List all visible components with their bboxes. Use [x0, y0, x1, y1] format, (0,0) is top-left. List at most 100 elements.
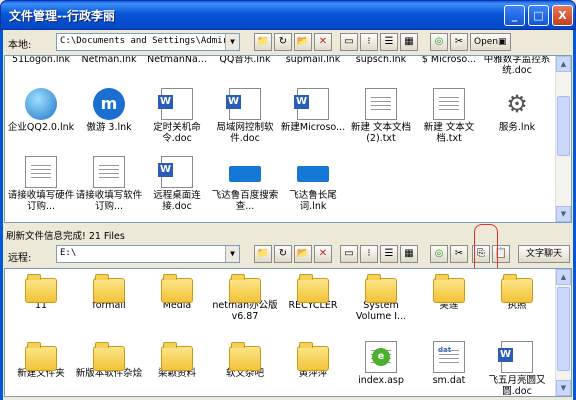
file-item[interactable]: 新建 文本文档.txt	[415, 88, 483, 144]
file-item[interactable]: W 定时关机命令.doc	[143, 88, 211, 144]
file-name: 新建 文本文档 (2).txt	[350, 122, 412, 144]
gear-service-icon: ⚙	[506, 90, 528, 118]
close-button[interactable]: X	[552, 5, 573, 26]
refresh-folder-icon[interactable]: ↻	[274, 33, 292, 51]
cut-icon[interactable]: ✂	[450, 33, 468, 51]
file-item[interactable]: supsch.lnk	[347, 56, 415, 65]
folder-icon	[25, 342, 57, 371]
scroll-up-icon[interactable]: ▲	[556, 56, 571, 72]
list-view-icon[interactable]: ☰	[380, 33, 398, 51]
details-view-icon[interactable]: ▦	[400, 245, 418, 263]
folder-icon	[93, 274, 125, 303]
remote-file-pane[interactable]: 11 formail Media netman办公版 v6.87 RECYCLER Sys…	[4, 268, 572, 397]
file-item[interactable]: 中雅数字监控系统.doc	[483, 56, 551, 76]
text-file-icon	[25, 156, 57, 188]
new-folder-icon[interactable]: 📂	[294, 245, 312, 263]
local-file-pane[interactable]: 51Logon.lnk Netman.lnk NetmanNa... QQ音乐.lnk…	[4, 55, 572, 223]
file-item[interactable]: 新建文件夹	[7, 341, 75, 379]
file-item[interactable]: Media	[143, 273, 211, 311]
text-chat-button[interactable]: 文字聊天	[518, 245, 570, 263]
cut-icon[interactable]: ✂	[450, 245, 468, 263]
status-text: 刷新文件信息完成! 21 Files	[6, 231, 125, 242]
scroll-down-icon[interactable]: ▼	[556, 380, 571, 396]
file-item[interactable]: 软文杂吧	[211, 341, 279, 379]
file-item[interactable]: ⚙ 服务.lnk	[483, 88, 551, 133]
file-item[interactable]: e index.asp	[347, 341, 415, 386]
large-icons-view-icon[interactable]: ▭	[340, 33, 358, 51]
local-scrollbar[interactable]: ▲ ▼	[555, 56, 571, 222]
file-item[interactable]: 新建 文本文档 (2).txt	[347, 88, 415, 144]
file-item[interactable]: NetmanNa...	[143, 56, 211, 65]
new-folder-icon[interactable]: 📂	[294, 33, 312, 51]
file-name: 远程桌面连接.doc	[153, 190, 201, 212]
file-item[interactable]: formail	[75, 273, 143, 311]
file-item[interactable]: 飞达鲁长尾词.lnk	[279, 156, 347, 212]
file-item[interactable]: 11	[7, 273, 75, 311]
search-icon[interactable]: ◎	[430, 33, 448, 51]
file-name: 服务.lnk	[498, 122, 536, 133]
file-item[interactable]: 飞达鲁百度搜索查...	[211, 156, 279, 212]
text-file-icon	[365, 88, 397, 120]
file-item[interactable]: W 局域网控制软件.doc	[211, 88, 279, 144]
file-item[interactable]: System Volume I...	[347, 273, 415, 322]
local-path-combo[interactable]: C:\Documents and Settings\Admir ▼	[56, 33, 240, 51]
file-item[interactable]: netman办公版 v6.87	[211, 273, 279, 322]
folder-icon	[25, 274, 57, 303]
asp-file-icon: e	[365, 341, 397, 373]
file-item[interactable]: W 远程桌面连接.doc	[143, 156, 211, 212]
remote-path-text: E:\	[60, 248, 77, 258]
delete-icon[interactable]: ✕	[314, 33, 332, 51]
folder-icon	[433, 274, 465, 303]
file-item[interactable]: W 飞五月亮圆又圆.doc	[483, 341, 551, 397]
refresh-folder-icon[interactable]: ↻	[274, 245, 292, 263]
folder-up-icon[interactable]: 📁	[254, 33, 272, 51]
delete-icon[interactable]: ✕	[314, 245, 332, 263]
file-item[interactable]: 企业QQ2.0.lnk	[7, 88, 75, 133]
scroll-thumb[interactable]	[557, 287, 570, 371]
large-icons-view-icon[interactable]: ▭	[340, 245, 358, 263]
window-title: 文件管理--行政李丽	[9, 9, 115, 23]
file-item[interactable]: 新版本软件杂烩	[75, 341, 143, 379]
file-item[interactable]: dat sm.dat	[415, 341, 483, 386]
scroll-thumb[interactable]	[557, 96, 570, 156]
file-item[interactable]: 梁颖资料	[143, 341, 211, 379]
file-item[interactable]: Netman.lnk	[75, 56, 143, 65]
file-item[interactable]: 执照	[483, 273, 551, 311]
file-item[interactable]: QQ音乐.lnk	[211, 56, 279, 65]
chevron-down-icon[interactable]: ▼	[225, 34, 239, 50]
dat-file-icon: dat	[433, 341, 465, 373]
small-icons-view-icon[interactable]: ⁝	[360, 245, 378, 263]
remote-path-combo[interactable]: E:\ ▼	[56, 245, 240, 263]
maxthon-icon: m	[93, 88, 125, 120]
folder-icon	[365, 274, 397, 303]
word-doc-icon: W	[158, 156, 193, 188]
file-name: 飞达鲁长尾词.lnk	[289, 190, 337, 212]
file-name: 飞达鲁百度搜索查...	[211, 190, 279, 212]
file-name: 飞五月亮圆又圆.doc	[488, 375, 546, 397]
scroll-up-icon[interactable]: ▲	[556, 269, 571, 285]
file-item[interactable]: 黄萍萍	[279, 341, 347, 379]
file-item[interactable]: 吴莲	[415, 273, 483, 311]
minimize-button[interactable]: _	[504, 5, 525, 26]
file-item[interactable]: 请接收填写硬件订购...	[7, 156, 75, 212]
open-button[interactable]: Open▣	[470, 33, 511, 51]
folder-up-icon[interactable]: 📁	[254, 245, 272, 263]
search-icon[interactable]: ◎	[430, 245, 448, 263]
file-item[interactable]: m 傲游 3.lnk	[75, 88, 143, 133]
file-item[interactable]: 请接收填写软件订购...	[75, 156, 143, 212]
file-item[interactable]: $ Microso...	[415, 56, 483, 65]
details-view-icon[interactable]: ▦	[400, 33, 418, 51]
scroll-down-icon[interactable]: ▼	[556, 206, 571, 222]
file-item[interactable]: supmail.lnk	[279, 56, 347, 65]
file-item[interactable]: RECYCLER	[279, 273, 347, 311]
remote-scrollbar[interactable]: ▲ ▼	[555, 269, 571, 396]
small-icons-view-icon[interactable]: ⁝	[360, 33, 378, 51]
file-name: 局域网控制软件.doc	[216, 122, 274, 144]
folder-icon	[161, 274, 193, 303]
file-item[interactable]: W 新建Microso...	[279, 88, 347, 133]
list-view-icon[interactable]: ☰	[380, 245, 398, 263]
chevron-down-icon[interactable]: ▼	[225, 246, 239, 262]
maximize-button[interactable]: □	[528, 5, 549, 26]
file-item[interactable]: 51Logon.lnk	[7, 56, 75, 65]
local-label: 本地:	[8, 40, 32, 51]
